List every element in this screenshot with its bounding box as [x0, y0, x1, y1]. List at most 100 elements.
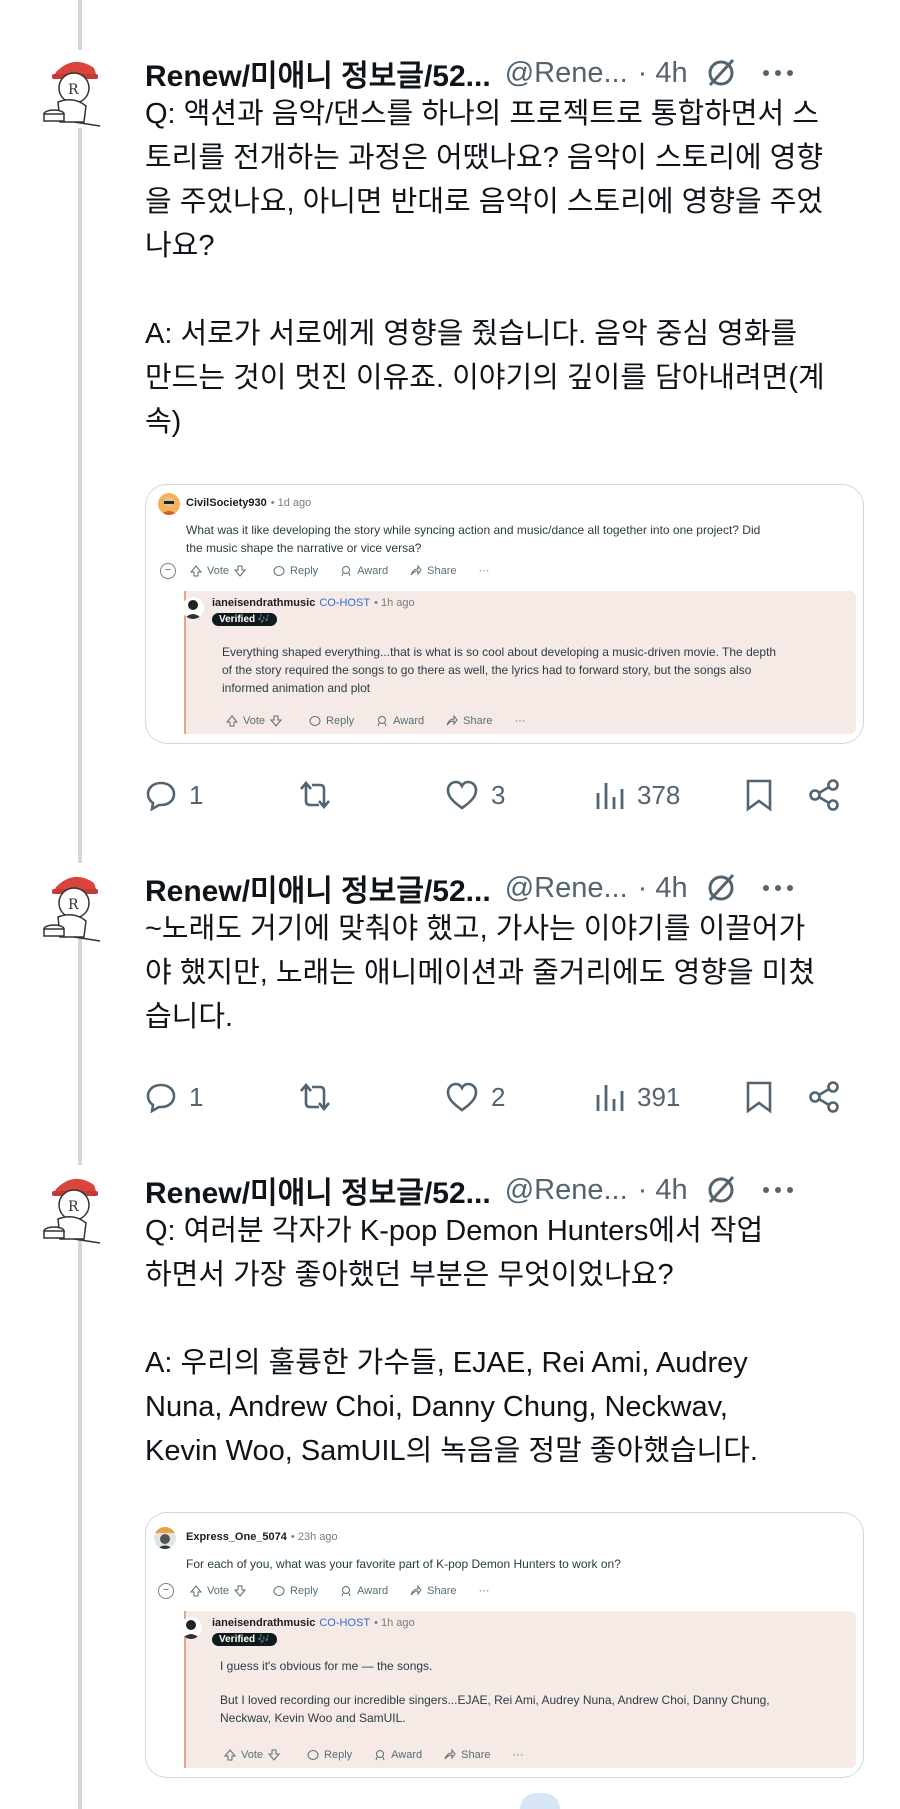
- retweet-button[interactable]: [295, 1081, 445, 1113]
- reply-label: Reply: [326, 715, 355, 727]
- like-count: 3: [491, 779, 506, 810]
- reply-button[interactable]: 1: [145, 779, 295, 811]
- retweet-icon: [300, 780, 330, 810]
- more-options: ···: [478, 1585, 490, 1597]
- text-line: 나요?: [145, 230, 215, 262]
- svg-text:R: R: [68, 82, 79, 98]
- author-name[interactable]: Renew/미애니 정보글/52...: [145, 1168, 491, 1212]
- like-icon: [446, 1082, 478, 1112]
- views-button[interactable]: 391: [595, 1081, 745, 1113]
- views-button[interactable]: 378: [595, 779, 745, 811]
- vote-label: Vote: [241, 1749, 264, 1761]
- author-name[interactable]: Renew/미애니 정보글/52...: [145, 51, 491, 95]
- tweet-actions: 1 2 391: [145, 1074, 865, 1120]
- award-label: Award: [393, 715, 425, 727]
- like-count: 2: [491, 1081, 506, 1112]
- embedded-image[interactable]: CivilSociety930 • 1d ago What was it lik…: [145, 484, 864, 744]
- text-line: A: 서로가 서로에게 영향을 줬습니다. 음악 중심 영화를: [145, 318, 798, 350]
- verified-badge: Verified 🎶: [212, 1633, 278, 1646]
- avatar[interactable]: R: [34, 865, 114, 945]
- author-handle[interactable]: @Rene...: [505, 57, 628, 90]
- comment-actions: Vote Reply Award Share ···: [190, 565, 512, 577]
- embedded-image[interactable]: Express_One_5074 • 23h ago For each of y…: [145, 1512, 864, 1778]
- award-label: Award: [357, 565, 389, 577]
- cohost-tag: CO-HOST: [319, 597, 371, 609]
- reply-body: Everything shaped everything...that is w…: [222, 643, 852, 697]
- reply-body: I guess it's obvious for me — the songs.…: [220, 1657, 850, 1727]
- cohost-tag: CO-HOST: [319, 1617, 371, 1629]
- text-line: 만드는 것이 멋진 이유죠. 이야기의 깊이를 담아내려면(계: [145, 362, 825, 394]
- timestamp[interactable]: · 4h: [638, 57, 688, 90]
- share-button: Share: [446, 715, 493, 727]
- author-handle[interactable]: @Rene...: [505, 872, 628, 905]
- reply-button: Reply: [309, 715, 354, 727]
- comment-time: • 23h ago: [290, 1531, 338, 1543]
- more-options: ···: [514, 715, 526, 727]
- cohost-username: ianeisendrathmusic: [212, 1617, 316, 1629]
- avatar[interactable]: R: [34, 1167, 114, 1247]
- reply-time: • 1h ago: [374, 1617, 415, 1629]
- grok-icon[interactable]: [702, 1171, 740, 1209]
- text-line: ~노래도 거기에 맞춰야 했고, 가사는 이야기를 이끌어가: [145, 913, 806, 945]
- more-options: ···: [512, 1749, 524, 1761]
- cohost-avatar: [180, 1617, 202, 1639]
- author-name[interactable]: Renew/미애니 정보글/52...: [145, 866, 491, 910]
- reply-actions: Vote Reply Award Share ···: [224, 1749, 546, 1761]
- svg-text:R: R: [68, 897, 79, 913]
- reply-count: 1: [189, 1081, 204, 1112]
- tweet-text: Q: 여러분 각자가 K-pop Demon Hunters에서 작업 하면서 …: [145, 1209, 865, 1473]
- reply-button: Reply: [307, 1749, 352, 1761]
- more-options: ···: [478, 565, 490, 577]
- reply-time: • 1h ago: [374, 597, 415, 609]
- more-icon[interactable]: [760, 1172, 796, 1208]
- comment-username: Express_One_5074: [186, 1531, 287, 1543]
- more-icon[interactable]: [760, 870, 796, 906]
- grok-icon[interactable]: [702, 54, 740, 92]
- tweet-actions: 1 3 378: [145, 772, 865, 818]
- share-button: Share: [410, 565, 457, 577]
- like-button[interactable]: 3: [445, 779, 595, 811]
- verified-badge: Verified 🎶: [212, 613, 278, 626]
- more-icon[interactable]: [760, 55, 796, 91]
- vote-label: Vote: [243, 715, 266, 727]
- reply-button[interactable]: 1: [145, 1081, 295, 1113]
- share-label: Share: [427, 1585, 457, 1597]
- share-button[interactable]: [807, 778, 841, 812]
- tweet-header: Renew/미애니 정보글/52... @Rene... · 4h: [145, 865, 880, 911]
- commenter-avatar: [154, 1527, 176, 1549]
- author-handle[interactable]: @Rene...: [505, 1174, 628, 1207]
- tweet-header: Renew/미애니 정보글/52... @Rene... · 4h: [145, 50, 880, 96]
- comment-line: the music shape the narrative or vice ve…: [186, 541, 422, 555]
- like-button[interactable]: 2: [445, 1081, 595, 1113]
- award-button: Award: [340, 1585, 388, 1597]
- timestamp[interactable]: · 4h: [638, 872, 688, 905]
- text-line: Nuna, Andrew Choi, Danny Chung, Neckwav,: [145, 1391, 728, 1423]
- bookmark-icon: [746, 1081, 772, 1114]
- bookmark-button[interactable]: [745, 1080, 807, 1114]
- timestamp[interactable]: · 4h: [638, 1174, 688, 1207]
- comment-body: For each of you, what was your favorite …: [186, 1555, 846, 1573]
- reply-count: 1: [189, 779, 204, 810]
- avatar[interactable]: R: [34, 50, 114, 130]
- collapse-icon: −: [160, 563, 176, 579]
- award-label: Award: [357, 1585, 389, 1597]
- reply-label: Reply: [290, 565, 319, 577]
- like-icon: [446, 780, 478, 810]
- share-label: Share: [461, 1749, 491, 1761]
- bookmark-button[interactable]: [745, 778, 807, 812]
- thread-line-2: [78, 928, 82, 1165]
- share-button: Share: [444, 1749, 491, 1761]
- grok-icon[interactable]: [702, 869, 740, 907]
- commenter-avatar: [158, 493, 180, 515]
- collapse-icon: −: [158, 1583, 174, 1599]
- thread-line-3: [78, 1228, 82, 1809]
- comment-actions: Vote Reply Award Share ···: [190, 1585, 512, 1597]
- share-button[interactable]: [807, 1080, 841, 1114]
- award-button: Award: [376, 715, 424, 727]
- reply-actions: Vote Reply Award Share ···: [226, 715, 548, 727]
- tweet-text: Q: 액션과 음악/댄스를 하나의 프로젝트로 통합하면서 스 토리를 전개하는…: [145, 92, 865, 444]
- load-more-indicator: [520, 1793, 560, 1809]
- retweet-button[interactable]: [295, 779, 445, 811]
- vote-label: Vote: [207, 1585, 230, 1597]
- text-line: 토리를 전개하는 과정은 어땠나요? 음악이 스토리에 영향: [145, 142, 824, 174]
